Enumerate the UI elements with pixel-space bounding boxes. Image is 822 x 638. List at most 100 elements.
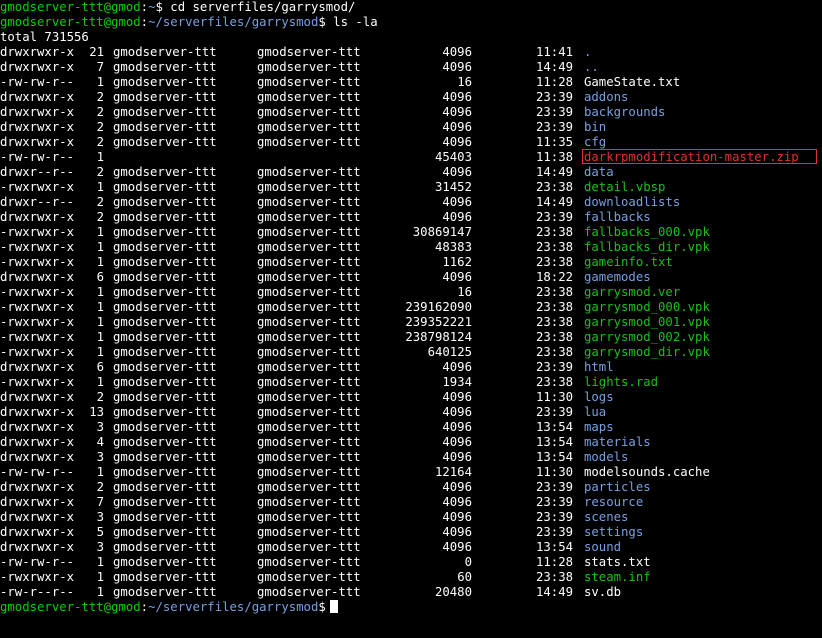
owner-cell: gmodserver-ttt [113, 585, 217, 599]
listing-row: drwxrwxr-x 13 gmodserver-ttt gmodserver-ttt… [0, 405, 822, 420]
redaction-block-dates [479, 44, 529, 602]
time-cell: 11:28 [536, 555, 574, 569]
group-cell: gmodserver-ttt [257, 360, 361, 374]
link-count-cell: 13 [89, 405, 104, 419]
group-cell: gmodserver-ttt [257, 330, 361, 344]
listing-row: -rw-r--r-- 1 gmodserver-ttt gmodserver-ttt 2… [0, 585, 822, 600]
prompt-symbol: $ [155, 0, 163, 14]
link-count-cell: 4 [96, 435, 104, 449]
group-cell: gmodserver-ttt [257, 300, 361, 314]
size-cell: 4096 [442, 60, 472, 74]
owner-cell: gmodserver-ttt [113, 345, 217, 359]
owner-cell: gmodserver-ttt [113, 435, 217, 449]
size-cell: 16 [457, 75, 472, 89]
size-cell: 16 [457, 285, 472, 299]
listing-row: drwxrwxr-x 3 gmodserver-ttt gmodserver-ttt 4… [0, 510, 822, 525]
listing-row: drwxrwxr-x 6 gmodserver-ttt gmodserver-ttt 4… [0, 270, 822, 285]
group-cell: gmodserver-ttt [257, 570, 361, 584]
terminal-window[interactable]: gmodserver-ttt@gmod:~$ cd serverfiles/ga… [0, 0, 822, 638]
link-count-cell: 6 [96, 360, 104, 374]
file-name-cell: fallbacks_000.vpk [584, 225, 710, 239]
file-name-cell: modelsounds.cache [584, 465, 710, 479]
owner-cell: gmodserver-ttt [113, 60, 217, 74]
group-cell: gmodserver-ttt [257, 480, 361, 494]
listing-row: -rwxrwxr-x 1 gmodserver-ttt gmodserver-ttt 2… [0, 315, 822, 330]
file-name-cell: bin [584, 120, 607, 134]
file-name-cell: fallbacks_dir.vpk [584, 240, 710, 254]
size-cell: 4096 [442, 360, 472, 374]
prompt-line-current[interactable]: gmodserver-ttt@gmod:~/serverfiles/garrys… [0, 600, 822, 615]
group-cell: gmodserver-ttt [257, 405, 361, 419]
redaction-block-owner [111, 151, 253, 163]
size-cell: 4096 [442, 480, 472, 494]
group-cell: gmodserver-ttt [257, 210, 361, 224]
file-name-cell: fallbacks [584, 210, 651, 224]
command-text: cd serverfiles/garrysmod/ [170, 0, 356, 14]
size-cell: 12164 [434, 465, 472, 479]
owner-cell: gmodserver-ttt [113, 90, 217, 104]
listing-row: -rw-rw-r-- 1 gmodserver-ttt gmodserver-ttt 1… [0, 465, 822, 480]
prompt-user-host: gmodserver-ttt@gmod [0, 15, 141, 29]
file-name-cell: data [584, 165, 614, 179]
owner-cell: gmodserver-ttt [113, 225, 217, 239]
time-cell: 23:39 [536, 105, 574, 119]
listing-row: drwxr--r-- 2 gmodserver-ttt gmodserver-ttt 4… [0, 195, 822, 210]
link-count-cell: 1 [96, 225, 104, 239]
file-name-cell: downloadlists [584, 195, 681, 209]
owner-cell: gmodserver-ttt [113, 255, 217, 269]
listing-row: drwxrwxr-x 2 gmodserver-ttt gmodserver-ttt 4… [0, 90, 822, 105]
owner-cell: gmodserver-ttt [113, 450, 217, 464]
link-count-cell: 1 [96, 315, 104, 329]
time-cell: 23:38 [536, 285, 574, 299]
file-name-cell: logs [584, 390, 614, 404]
link-count-cell: 1 [96, 345, 104, 359]
size-cell: 45403 [434, 150, 472, 164]
group-cell: gmodserver-ttt [257, 195, 361, 209]
size-cell: 4096 [442, 165, 472, 179]
link-count-cell: 2 [96, 135, 104, 149]
prompt-separator: : [140, 15, 149, 29]
group-cell: gmodserver-ttt [257, 525, 361, 539]
group-cell: gmodserver-ttt [257, 420, 361, 434]
owner-cell: gmodserver-ttt [113, 180, 217, 194]
link-count-cell: 3 [96, 420, 104, 434]
time-cell: 14:49 [536, 585, 574, 599]
owner-cell: gmodserver-ttt [113, 360, 217, 374]
size-cell: 4096 [442, 90, 472, 104]
size-cell: 4096 [442, 45, 472, 59]
owner-cell: gmodserver-ttt [113, 75, 217, 89]
file-name-cell: .. [584, 60, 599, 74]
file-name-cell: garrysmod.ver [584, 285, 681, 299]
time-cell: 11:30 [536, 465, 574, 479]
time-cell: 23:39 [536, 480, 574, 494]
size-cell: 4096 [442, 135, 472, 149]
prompt-separator: : [140, 0, 149, 14]
listing-row: drwxrwxr-x 2 gmodserver-ttt gmodserver-ttt 4… [0, 105, 822, 120]
size-cell: 4096 [442, 405, 472, 419]
size-cell: 4096 [442, 105, 472, 119]
link-count-cell: 1 [96, 570, 104, 584]
size-cell: 1934 [442, 375, 472, 389]
file-name-cell: models [584, 450, 629, 464]
link-count-cell: 21 [89, 45, 104, 59]
listing-row: -rwxrwxr-x 1 gmodserver-ttt gmodserver-ttt 1… [0, 255, 822, 270]
group-cell: gmodserver-ttt [257, 555, 361, 569]
group-cell: gmodserver-ttt [257, 450, 361, 464]
file-name-cell: sound [584, 540, 622, 554]
link-count-cell: 1 [96, 375, 104, 389]
file-name-cell: garrysmod_002.vpk [584, 330, 710, 344]
group-cell: gmodserver-ttt [257, 90, 361, 104]
listing-row: drwxrwxr-x 2 gmodserver-ttt gmodserver-ttt 4… [0, 480, 822, 495]
size-cell: 4096 [442, 210, 472, 224]
size-cell: 239352221 [405, 315, 472, 329]
time-cell: 23:39 [536, 510, 574, 524]
group-cell: gmodserver-ttt [257, 345, 361, 359]
owner-cell: gmodserver-ttt [113, 495, 217, 509]
link-count-cell: 3 [96, 510, 104, 524]
time-cell: 23:38 [536, 255, 574, 269]
time-cell: 23:38 [536, 570, 574, 584]
group-cell: gmodserver-ttt [257, 75, 361, 89]
file-name-cell: . [584, 45, 592, 59]
file-name-cell: backgrounds [584, 105, 666, 119]
time-cell: 11:38 [536, 150, 574, 164]
